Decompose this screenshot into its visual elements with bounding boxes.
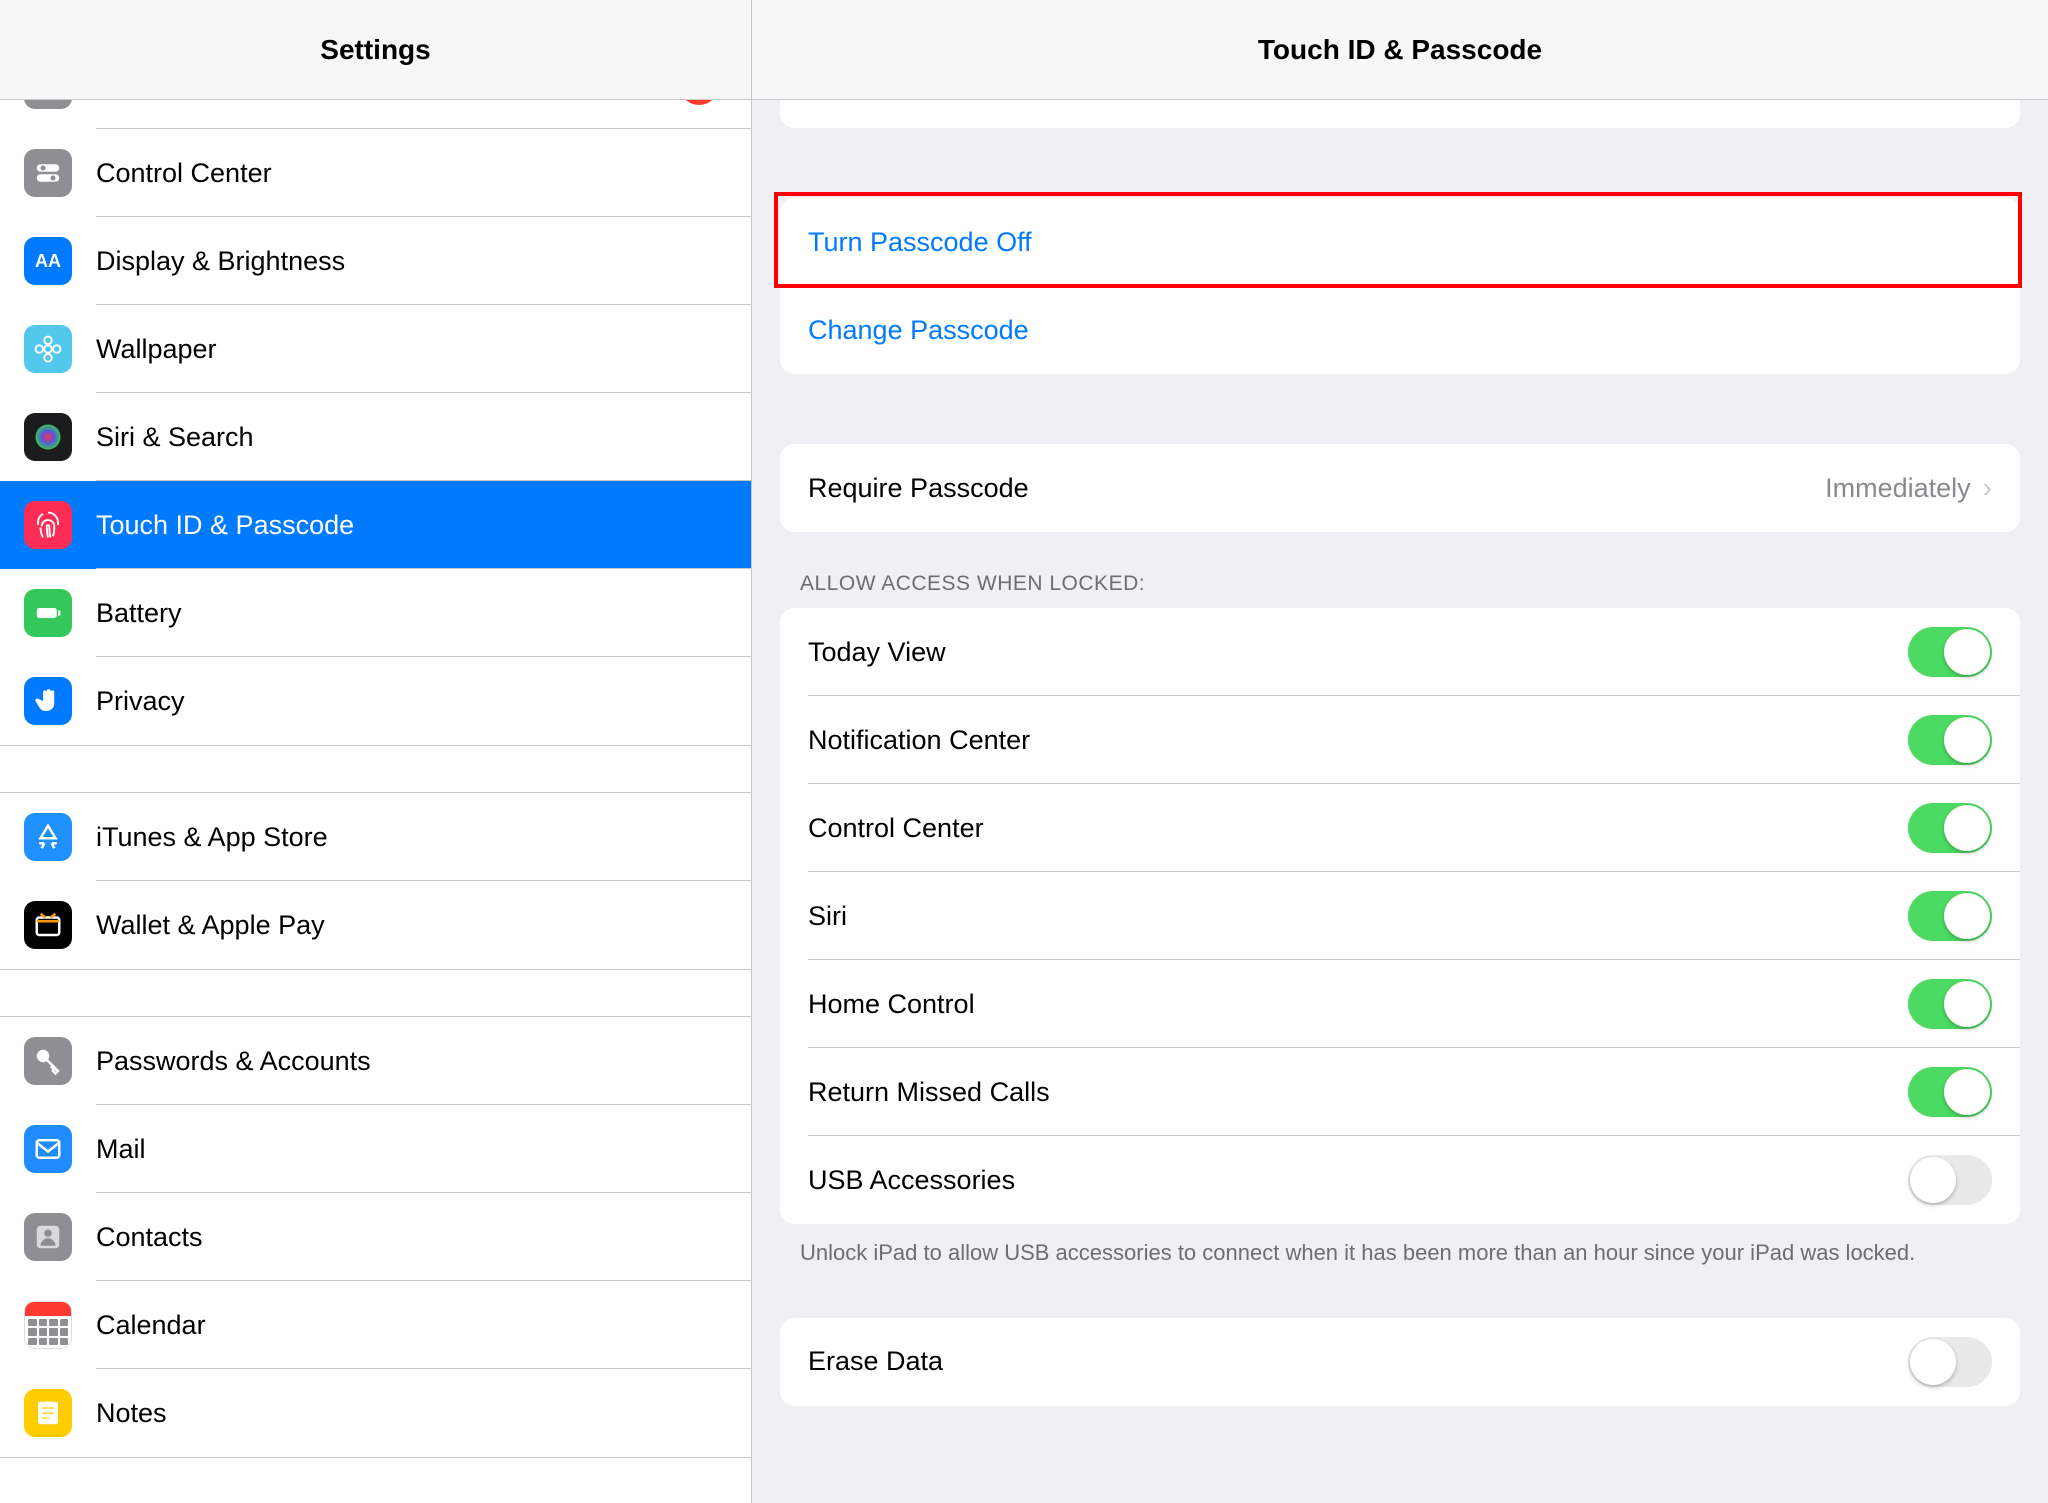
battery-icon xyxy=(24,589,72,637)
require-passcode-label: Require Passcode xyxy=(808,473,1029,504)
toggle-label-usb: USB Accessories xyxy=(808,1165,1015,1196)
sidebar-item-label: Siri & Search xyxy=(96,422,727,453)
fingerprint-icon xyxy=(24,501,72,549)
allow-access-header: ALLOW ACCESS WHEN LOCKED: xyxy=(800,572,2000,596)
calendar-icon xyxy=(24,1301,72,1349)
toggle-row-notif: Notification Center xyxy=(780,696,2020,784)
sidebar-item-label: Control Center xyxy=(96,158,727,189)
sidebar-item-label: Display & Brightness xyxy=(96,246,727,277)
change-passcode-button[interactable]: Change Passcode xyxy=(780,286,2020,374)
sidebar-item-battery[interactable]: Battery xyxy=(0,569,751,657)
flower-icon xyxy=(24,325,72,373)
switch-today[interactable] xyxy=(1908,627,1992,677)
turn-passcode-off-label: Turn Passcode Off xyxy=(808,227,1032,258)
toggle-label-missed: Return Missed Calls xyxy=(808,1077,1050,1108)
sidebar-item-label: Passwords & Accounts xyxy=(96,1046,727,1077)
AA-icon: AA xyxy=(24,237,72,285)
toggle-row-usb: USB Accessories xyxy=(780,1136,2020,1224)
toggle-row-siri: Siri xyxy=(780,872,2020,960)
sidebar-item-label: Wallpaper xyxy=(96,334,727,365)
sidebar-item-passwords[interactable]: Passwords & Accounts xyxy=(0,1017,751,1105)
sidebar-item-mail[interactable]: Mail xyxy=(0,1105,751,1193)
sidebar-item-calendar[interactable]: Calendar xyxy=(0,1281,751,1369)
sidebar-item-label: General xyxy=(96,100,679,101)
sidebar-item-label: Calendar xyxy=(96,1310,727,1341)
hand-icon xyxy=(24,677,72,725)
sidebar-item-label: iTunes & App Store xyxy=(96,822,727,853)
sidebar-item-touchid[interactable]: Touch ID & Passcode xyxy=(0,481,751,569)
key-icon xyxy=(24,1037,72,1085)
sidebar-item-label: Wallet & Apple Pay xyxy=(96,910,727,941)
toggle-label-siri: Siri xyxy=(808,901,847,932)
require-passcode-row[interactable]: Require Passcode Immediately › xyxy=(780,444,2020,532)
toggle-row-ccenter: Control Center xyxy=(780,784,2020,872)
require-passcode-value: Immediately xyxy=(1825,473,1971,504)
turn-passcode-off-button[interactable]: Turn Passcode Off xyxy=(780,198,2020,286)
add-fingerprint-button[interactable]: Add a Fingerprint… xyxy=(780,100,2020,128)
sidebar-item-label: Battery xyxy=(96,598,727,629)
switch-siri[interactable] xyxy=(1908,891,1992,941)
switch-erase-data[interactable] xyxy=(1908,1337,1992,1387)
toggle-row-home: Home Control xyxy=(780,960,2020,1048)
switch-usb[interactable] xyxy=(1908,1155,1992,1205)
wallet-icon xyxy=(24,901,72,949)
contacts-icon xyxy=(24,1213,72,1261)
sidebar-item-wallpaper[interactable]: Wallpaper xyxy=(0,305,751,393)
sidebar-item-display[interactable]: AA Display & Brightness xyxy=(0,217,751,305)
toggle-label-home: Home Control xyxy=(808,989,975,1020)
sidebar-item-notes[interactable]: Notes xyxy=(0,1369,751,1457)
sidebar-item-general[interactable]: General1 xyxy=(0,100,751,129)
usb-footer-text: Unlock iPad to allow USB accessories to … xyxy=(800,1238,2000,1268)
toggle-row-missed: Return Missed Calls xyxy=(780,1048,2020,1136)
detail-pane: Touch ID & Passcode Add a Fingerprint… Tu… xyxy=(752,0,2048,1503)
sidebar-title: Settings xyxy=(0,0,751,100)
sidebar-item-label: Touch ID & Passcode xyxy=(96,510,727,541)
toggle-label-ccenter: Control Center xyxy=(808,813,984,844)
badge: 1 xyxy=(679,100,719,105)
switch-missed[interactable] xyxy=(1908,1067,1992,1117)
toggle-label-notif: Notification Center xyxy=(808,725,1030,756)
siri-icon xyxy=(24,413,72,461)
sidebar-item-label: Contacts xyxy=(96,1222,727,1253)
mail-icon xyxy=(24,1125,72,1173)
toggles-icon xyxy=(24,149,72,197)
sidebar-item-label: Mail xyxy=(96,1134,727,1165)
sidebar-item-siri[interactable]: Siri & Search xyxy=(0,393,751,481)
switch-notif[interactable] xyxy=(1908,715,1992,765)
erase-data-label: Erase Data xyxy=(808,1346,943,1377)
notes-icon xyxy=(24,1389,72,1437)
appstore-icon xyxy=(24,813,72,861)
sidebar-item-privacy[interactable]: Privacy xyxy=(0,657,751,745)
switch-ccenter[interactable] xyxy=(1908,803,1992,853)
sidebar-item-itunes[interactable]: iTunes & App Store xyxy=(0,793,751,881)
sidebar: Settings General1 Control Center AA Display… xyxy=(0,0,752,1503)
detail-title: Touch ID & Passcode xyxy=(752,0,2048,100)
sidebar-item-label: Privacy xyxy=(96,686,727,717)
gear-icon xyxy=(24,100,72,109)
switch-home[interactable] xyxy=(1908,979,1992,1029)
sidebar-item-contacts[interactable]: Contacts xyxy=(0,1193,751,1281)
change-passcode-label: Change Passcode xyxy=(808,315,1029,346)
chevron-right-icon: › xyxy=(1983,472,1992,504)
sidebar-item-control-center[interactable]: Control Center xyxy=(0,129,751,217)
sidebar-item-wallet[interactable]: Wallet & Apple Pay xyxy=(0,881,751,969)
sidebar-item-label: Notes xyxy=(96,1398,727,1429)
toggle-label-today: Today View xyxy=(808,637,946,668)
erase-data-row: Erase Data xyxy=(780,1318,2020,1406)
toggle-row-today: Today View xyxy=(780,608,2020,696)
